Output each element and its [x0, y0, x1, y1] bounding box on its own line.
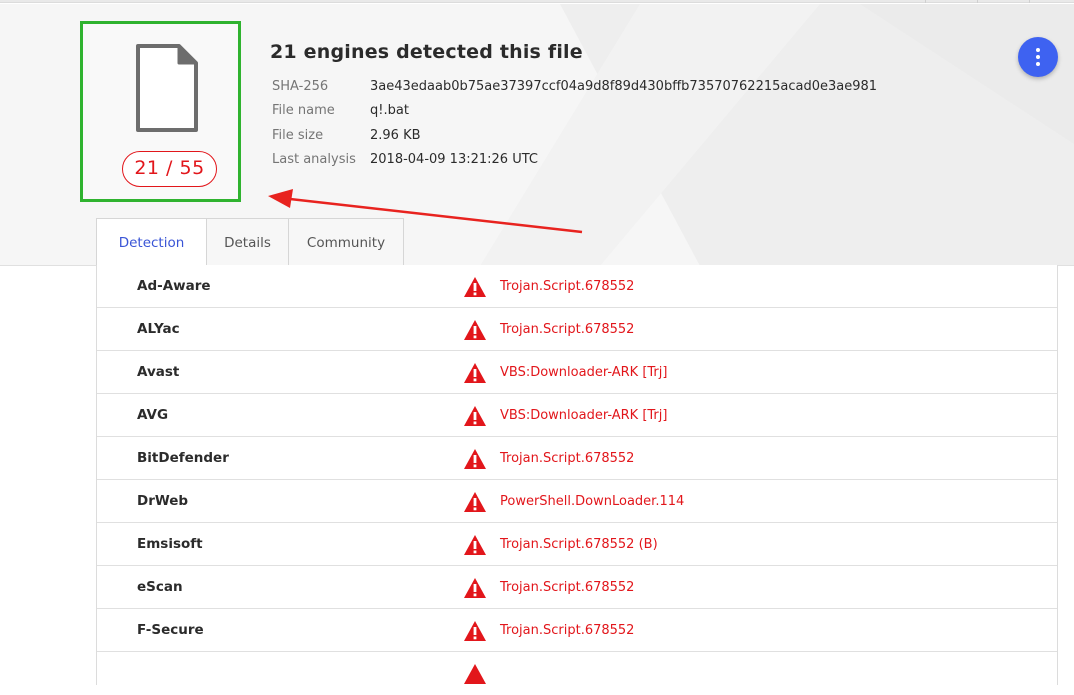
warning-triangle-icon [464, 277, 486, 297]
tab-details[interactable]: Details [206, 218, 289, 266]
warning-triangle-icon [464, 406, 486, 426]
top-bar [0, 0, 1074, 3]
detection-result: Trojan.Script.678552 [500, 580, 635, 595]
detection-title: 21 engines detected this file [270, 41, 583, 63]
meta-label: SHA-256 [272, 79, 329, 94]
warning-triangle-icon [464, 664, 486, 684]
detection-score-box: 21 / 55 [80, 21, 241, 202]
engine-name: DrWeb [137, 493, 189, 509]
detection-result: Trojan.Script.678552 (B) [500, 537, 658, 552]
detection-result: VBS:Downloader-ARK [Trj] [500, 408, 668, 423]
detection-result: Trojan.Script.678552 [500, 322, 635, 337]
engine-name: F-Secure [137, 622, 204, 638]
warning-triangle-icon [464, 449, 486, 469]
meta-value[interactable]: 3ae43edaab0b75ae37397ccf04a9d8f89d430bff… [370, 78, 877, 96]
engine-name: Avast [137, 364, 180, 380]
engine-name: ALYac [137, 321, 180, 337]
table-row: AVG VBS:Downloader-ARK [Trj] [97, 394, 1057, 437]
table-row: F-Secure Trojan.Script.678552 [97, 609, 1057, 652]
warning-triangle-icon [464, 363, 486, 383]
detection-ratio: 21 / 55 [122, 151, 217, 187]
detection-result: VBS:Downloader-ARK [Trj] [500, 365, 668, 380]
table-row: ALYac Trojan.Script.678552 [97, 308, 1057, 351]
engine-name: AVG [137, 407, 169, 423]
detection-table: Ad-Aware Trojan.Script.678552 ALYac Troj… [96, 265, 1058, 685]
detection-result: Trojan.Script.678552 [500, 623, 635, 638]
detection-result: Trojan.Script.678552 [500, 451, 635, 466]
meta-value[interactable]: 2.96 KB [370, 127, 421, 145]
table-row: eScan Trojan.Script.678552 [97, 566, 1057, 609]
table-row: Ad-Aware Trojan.Script.678552 [97, 265, 1057, 308]
tab-detection[interactable]: Detection [96, 218, 207, 267]
meta-label: File name [272, 103, 335, 118]
file-icon [136, 44, 198, 132]
table-row: BitDefender Trojan.Script.678552 [97, 437, 1057, 480]
engine-name: BitDefender [137, 450, 229, 466]
warning-triangle-icon [464, 578, 486, 598]
more-options-button[interactable] [1018, 37, 1058, 77]
meta-value[interactable]: 2018-04-09 13:21:26 UTC [370, 151, 538, 169]
engine-name: Ad-Aware [137, 278, 211, 294]
detection-result: Trojan.Script.678552 [500, 279, 635, 294]
detection-result: PowerShell.DownLoader.114 [500, 494, 685, 509]
meta-label: File size [272, 128, 324, 143]
table-row [97, 652, 1057, 695]
table-row: Emsisoft Trojan.Script.678552 (B) [97, 523, 1057, 566]
meta-value[interactable]: q!.bat [370, 102, 409, 120]
engine-name: Emsisoft [137, 536, 203, 552]
meta-label: Last analysis [272, 152, 356, 167]
warning-triangle-icon [464, 535, 486, 555]
warning-triangle-icon [464, 320, 486, 340]
table-row: Avast VBS:Downloader-ARK [Trj] [97, 351, 1057, 394]
engine-name: eScan [137, 579, 183, 595]
table-row: DrWeb PowerShell.DownLoader.114 [97, 480, 1057, 523]
tab-community[interactable]: Community [288, 218, 404, 266]
warning-triangle-icon [464, 492, 486, 512]
more-vert-icon [1036, 48, 1040, 52]
warning-triangle-icon [464, 621, 486, 641]
